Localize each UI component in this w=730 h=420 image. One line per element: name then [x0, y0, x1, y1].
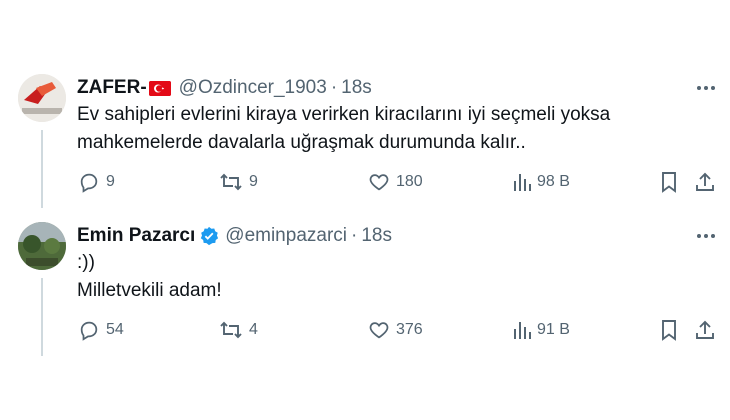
share-button[interactable] — [694, 319, 716, 341]
reply-button[interactable]: 9 — [78, 171, 115, 193]
verified-badge-icon — [199, 226, 219, 246]
separator-dot: · — [351, 225, 358, 246]
tweet-text-line: :)) — [77, 252, 95, 273]
retweet-button[interactable]: 4 — [219, 319, 258, 341]
timestamp[interactable]: 18s — [341, 77, 372, 99]
views-icon — [513, 319, 531, 341]
thread-line — [41, 130, 43, 208]
more-icon[interactable] — [692, 78, 720, 98]
retweet-count: 4 — [249, 321, 258, 338]
views-count: 91 B — [537, 321, 570, 338]
bookmark-button[interactable] — [659, 171, 679, 193]
tweet-text-line: Ev sahipleri evlerini kiraya verirken ki… — [77, 104, 611, 125]
user-handle[interactable]: @Ozdincer_1903 — [179, 77, 327, 99]
reply-count: 54 — [106, 321, 124, 338]
reply-button[interactable]: 54 — [78, 319, 124, 341]
heart-icon — [368, 171, 390, 193]
share-icon — [694, 171, 716, 193]
timestamp[interactable]: 18s — [361, 225, 392, 247]
display-name[interactable]: ZAFER- — [77, 77, 147, 99]
tweet-header: ZAFER- @Ozdincer_1903 · 18s — [77, 76, 372, 100]
like-button[interactable]: 376 — [368, 319, 423, 341]
tweet-text-line: mahkemelerde davalarla uğraşmak durumund… — [77, 132, 526, 153]
display-name[interactable]: Emin Pazarcı — [77, 225, 195, 247]
reply-icon — [78, 319, 100, 341]
views-icon — [513, 171, 531, 193]
like-button[interactable]: 180 — [368, 171, 423, 193]
tweet-text-line: Milletvekili adam! — [77, 280, 222, 301]
like-count: 376 — [396, 321, 423, 338]
like-count: 180 — [396, 173, 423, 190]
separator-dot: · — [330, 77, 338, 98]
reply-count: 9 — [106, 173, 115, 190]
views-button[interactable]: 91 B — [513, 319, 570, 341]
thread-line — [41, 278, 43, 356]
tweet-header: Emin Pazarcı @eminpazarci · 18s — [77, 224, 392, 248]
retweet-button[interactable]: 9 — [219, 171, 258, 193]
turkey-flag-icon — [148, 80, 171, 96]
avatar[interactable] — [18, 222, 66, 270]
share-button[interactable] — [694, 171, 716, 193]
bookmark-icon — [659, 319, 679, 341]
views-button[interactable]: 98 B — [513, 171, 570, 193]
heart-icon — [368, 319, 390, 341]
share-icon — [694, 319, 716, 341]
more-icon[interactable] — [692, 226, 720, 246]
user-handle[interactable]: @eminpazarci — [225, 225, 347, 247]
bookmark-icon — [659, 171, 679, 193]
retweet-icon — [219, 171, 243, 193]
retweet-count: 9 — [249, 173, 258, 190]
tweet-actions: 9 9 180 98 B — [0, 171, 730, 195]
reply-icon — [78, 171, 100, 193]
tweet-actions: 54 4 376 91 B — [0, 319, 730, 343]
avatar[interactable] — [18, 74, 66, 122]
retweet-icon — [219, 319, 243, 341]
bookmark-button[interactable] — [659, 319, 679, 341]
views-count: 98 B — [537, 173, 570, 190]
